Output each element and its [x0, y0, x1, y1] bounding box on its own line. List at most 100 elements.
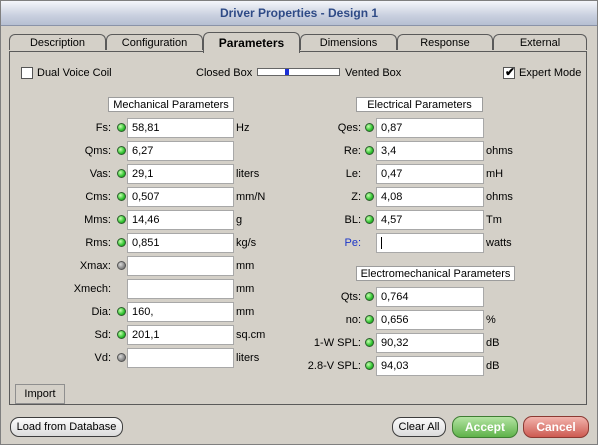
param-label: Dia: — [91, 306, 111, 318]
param-label: Xmech: — [73, 283, 111, 295]
electrical-parameters-title: Electrical Parameters — [356, 97, 483, 112]
param-value-input[interactable]: 201,1 — [127, 325, 234, 345]
param-value-input[interactable]: 160, — [127, 302, 234, 322]
status-led-icon — [117, 307, 126, 316]
param-label: Mms: — [84, 214, 111, 226]
param-label: Qms: — [84, 145, 111, 157]
status-led-icon — [365, 192, 374, 201]
param-unit: mH — [486, 168, 504, 180]
tab-dimensions[interactable]: Dimensions — [300, 34, 397, 50]
param-unit: % — [486, 314, 496, 326]
status-led-icon — [117, 238, 126, 247]
param-value-input[interactable]: 58,81 — [127, 118, 234, 138]
param-label: Re: — [343, 145, 361, 157]
status-led-icon — [117, 261, 126, 270]
param-value-input[interactable]: 3,4 — [376, 141, 484, 161]
window-title: Driver Properties - Design 1 — [219, 6, 379, 20]
param-label: Vd: — [94, 352, 111, 364]
param-unit: mm — [236, 306, 255, 318]
param-value-input[interactable] — [127, 279, 234, 299]
param-value-input[interactable]: 90,32 — [376, 333, 484, 353]
tab-strip: Description Configuration Parameters Dim… — [9, 32, 587, 53]
status-led-icon — [117, 330, 126, 339]
cancel-button[interactable]: Cancel — [523, 416, 589, 438]
dual-voice-coil-checkbox[interactable] — [21, 67, 33, 79]
status-led-icon — [117, 192, 126, 201]
status-led-icon — [117, 353, 126, 362]
param-unit: g — [236, 214, 243, 226]
param-label: 2.8-V SPL: — [307, 360, 361, 372]
box-type-slider[interactable] — [257, 68, 340, 76]
status-led-icon — [365, 146, 374, 155]
param-label: Qes: — [337, 122, 361, 134]
param-label: Cms: — [85, 191, 111, 203]
tab-external[interactable]: External — [493, 34, 587, 50]
status-led-icon — [365, 361, 374, 370]
param-value-input[interactable] — [127, 348, 234, 368]
param-unit: liters — [236, 168, 260, 180]
param-label: no: — [345, 314, 361, 326]
param-value-input[interactable] — [376, 233, 484, 253]
expert-mode-label: Expert Mode — [519, 67, 582, 79]
param-value-input[interactable]: 0,851 — [127, 233, 234, 253]
param-unit: kg/s — [236, 237, 257, 249]
driver-properties-window: Driver Properties - Design 1 Description… — [0, 0, 598, 445]
status-led-icon — [365, 215, 374, 224]
param-value-input[interactable]: 6,27 — [127, 141, 234, 161]
param-label: Xmax: — [79, 260, 111, 272]
param-value-input[interactable]: 94,03 — [376, 356, 484, 376]
status-led-icon — [365, 315, 374, 324]
param-unit: mm/N — [236, 191, 266, 203]
electromechanical-parameters-title: Electromechanical Parameters — [356, 266, 515, 281]
param-value-input[interactable]: 0,47 — [376, 164, 484, 184]
param-label: Qts: — [340, 291, 361, 303]
param-unit: liters — [236, 352, 260, 364]
status-led-icon — [365, 123, 374, 132]
check-mark-icon: ✔ — [504, 65, 516, 79]
param-value-input[interactable]: 0,507 — [127, 187, 234, 207]
param-label: 1-W SPL: — [313, 337, 361, 349]
slider-thumb[interactable] — [285, 69, 289, 75]
param-value-input[interactable]: 0,656 — [376, 310, 484, 330]
param-value-input[interactable]: 0,87 — [376, 118, 484, 138]
dual-voice-coil-label: Dual Voice Coil — [37, 67, 112, 79]
status-led-icon — [117, 146, 126, 155]
title-bar[interactable]: Driver Properties - Design 1 — [1, 1, 597, 26]
load-from-database-button[interactable]: Load from Database — [10, 417, 123, 437]
param-label: Pe: — [344, 237, 361, 249]
param-label: BL: — [344, 214, 361, 226]
status-led-icon — [117, 123, 126, 132]
param-unit: ohms — [486, 191, 513, 203]
param-label: Sd: — [94, 329, 111, 341]
param-unit: dB — [486, 337, 500, 349]
mechanical-parameters-title: Mechanical Parameters — [108, 97, 234, 112]
closed-box-label: Closed Box — [196, 67, 253, 79]
status-led-icon — [365, 338, 374, 347]
param-value-input[interactable]: 4,57 — [376, 210, 484, 230]
text-cursor — [381, 237, 382, 250]
tab-configuration[interactable]: Configuration — [106, 34, 203, 50]
param-unit: Tm — [486, 214, 502, 226]
status-led-icon — [117, 169, 126, 178]
param-value-input[interactable]: 0,764 — [376, 287, 484, 307]
tab-response[interactable]: Response — [397, 34, 493, 50]
param-unit: watts — [486, 237, 512, 249]
param-unit: ohms — [486, 145, 513, 157]
param-label: Le: — [345, 168, 361, 180]
param-label: Rms: — [85, 237, 111, 249]
param-value-input[interactable]: 14,46 — [127, 210, 234, 230]
param-value-input[interactable]: 4,08 — [376, 187, 484, 207]
clear-all-button[interactable]: Clear All — [392, 417, 446, 437]
tab-description[interactable]: Description — [9, 34, 106, 50]
accept-button[interactable]: Accept — [452, 416, 518, 438]
tab-parameters[interactable]: Parameters — [203, 32, 300, 53]
param-unit: dB — [486, 360, 500, 372]
param-value-input[interactable] — [127, 256, 234, 276]
import-button[interactable]: Import — [15, 384, 65, 404]
param-label: Z: — [351, 191, 361, 203]
param-label: Fs: — [95, 122, 111, 134]
status-led-icon — [117, 215, 126, 224]
param-label: Vas: — [89, 168, 111, 180]
param-value-input[interactable]: 29,1 — [127, 164, 234, 184]
expert-mode-checkbox[interactable]: ✔ — [503, 65, 516, 79]
